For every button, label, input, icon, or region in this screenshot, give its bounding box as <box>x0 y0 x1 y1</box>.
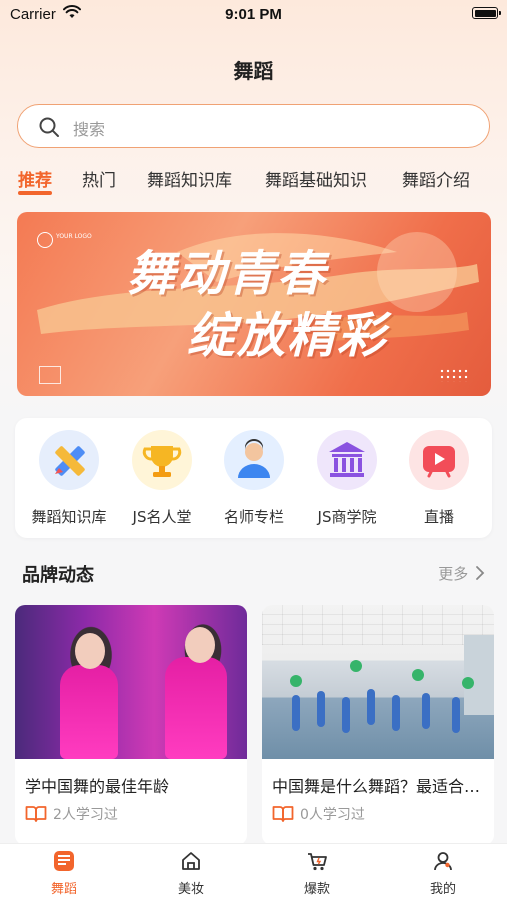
dancer-figure <box>367 689 375 725</box>
banner-headline-2: 绽放精彩 <box>187 308 388 364</box>
dancer-face <box>185 627 215 663</box>
article-title: 学中国舞的最佳年龄 <box>25 777 170 796</box>
search-input[interactable]: 搜索 <box>17 104 490 148</box>
institution-icon <box>317 430 377 490</box>
tabbar-label: 美妆 <box>177 882 204 897</box>
teacher-icon <box>224 430 284 490</box>
article-thumbnail <box>15 605 247 759</box>
dancer-figure <box>292 695 300 731</box>
dancer-figure <box>342 697 350 733</box>
quick-link-label: JS商学院 <box>317 508 377 526</box>
book-icon <box>272 806 294 822</box>
search-icon <box>38 116 60 142</box>
tabbar-item-mine[interactable]: 我的 <box>413 850 473 897</box>
section-title: 品牌动态 <box>22 565 94 586</box>
green-fan <box>350 660 362 672</box>
battery-icon <box>472 7 501 19</box>
quick-link-teacher-column[interactable]: 名师专栏 <box>207 430 301 527</box>
banner-dots-decoration <box>439 368 469 382</box>
live-play-icon <box>409 430 469 490</box>
tab-hot[interactable]: 热门 <box>82 166 116 191</box>
article-thumbnail <box>262 605 494 759</box>
window-decoration <box>464 635 494 715</box>
tabbar-label: 舞蹈 <box>50 882 77 897</box>
tab-label: 推荐 <box>18 171 52 191</box>
pencil-ruler-icon <box>39 430 99 490</box>
profile-icon <box>434 852 452 871</box>
quick-link-live[interactable]: 直播 <box>392 430 486 527</box>
trophy-icon <box>132 430 192 490</box>
tab-recommend[interactable]: 推荐 <box>18 166 52 195</box>
chevron-right-icon <box>476 566 485 580</box>
quick-link-label: 直播 <box>423 508 454 526</box>
learner-count-text: 0人学习过 <box>300 807 365 823</box>
promo-banner[interactable]: YOUR LOGO 舞动青春 绽放精彩 <box>17 212 491 396</box>
learner-count: 2人学习过 <box>25 804 118 824</box>
logo-icon <box>37 232 53 248</box>
dancer-figure <box>165 657 227 759</box>
page-title: 舞蹈 <box>233 59 274 83</box>
ceiling-decoration <box>262 605 494 645</box>
dancer-figure <box>452 697 460 733</box>
active-tab-indicator <box>18 191 52 195</box>
banner-corner-decoration <box>39 366 61 384</box>
dancer-face <box>75 633 105 669</box>
dancer-figure <box>392 695 400 731</box>
tabbar-item-hot[interactable]: 爆款 <box>287 850 347 897</box>
learner-count: 0人学习过 <box>272 804 365 824</box>
quick-link-label: 舞蹈知识库 <box>31 508 107 526</box>
search-placeholder: 搜索 <box>73 120 106 139</box>
tabbar-label: 爆款 <box>303 882 330 897</box>
learner-count-text: 2人学习过 <box>53 807 118 823</box>
quick-link-label: JS名人堂 <box>132 508 192 526</box>
book-icon <box>25 806 47 822</box>
quick-link-dance-knowledge[interactable]: 舞蹈知识库 <box>22 430 116 527</box>
quick-link-business-school[interactable]: JS商学院 <box>300 430 394 527</box>
clock: 9:01 PM <box>225 6 282 23</box>
tab-dance-intro[interactable]: 舞蹈介绍 <box>402 166 470 191</box>
tab-dance-knowledge[interactable]: 舞蹈知识库 <box>147 166 232 191</box>
category-tabs: 推荐 热门 舞蹈知识库 舞蹈基础知识 舞蹈介绍 <box>18 166 498 200</box>
article-card[interactable]: 学中国舞的最佳年龄 2人学习过 <box>15 605 247 845</box>
tabbar-item-beauty[interactable]: 美妆 <box>161 850 221 897</box>
status-bar: Carrier 9:01 PM <box>0 0 507 30</box>
quick-link-label: 名师专栏 <box>223 508 284 526</box>
tab-dance-basics[interactable]: 舞蹈基础知识 <box>265 166 367 191</box>
bottom-tab-bar: 舞蹈 美妆 爆款 我的 <box>0 843 507 901</box>
tabbar-item-dance[interactable]: 舞蹈 <box>34 850 94 897</box>
dancer-figure <box>60 665 118 759</box>
green-fan <box>462 677 474 689</box>
dance-icon <box>54 851 74 871</box>
logo-text: YOUR LOGO <box>56 233 92 240</box>
more-link[interactable]: 更多 <box>438 563 485 584</box>
more-label: 更多 <box>438 565 469 583</box>
quick-links-panel: 舞蹈知识库 JS名人堂 名师专栏 JS商学院 直播 <box>15 418 492 538</box>
dancer-figure <box>317 691 325 727</box>
article-title: 中国舞是什么舞蹈？最适合几岁学 <box>272 777 484 796</box>
cart-icon <box>308 853 327 871</box>
tabbar-label: 我的 <box>429 882 456 897</box>
quick-link-hall-of-fame[interactable]: JS名人堂 <box>115 430 209 527</box>
green-fan <box>290 675 302 687</box>
green-fan <box>412 669 424 681</box>
article-card[interactable]: 中国舞是什么舞蹈？最适合几岁学 0人学习过 <box>262 605 494 845</box>
home-icon <box>182 852 200 870</box>
banner-headline-1: 舞动青春 <box>127 246 328 302</box>
dancer-figure <box>422 693 430 729</box>
